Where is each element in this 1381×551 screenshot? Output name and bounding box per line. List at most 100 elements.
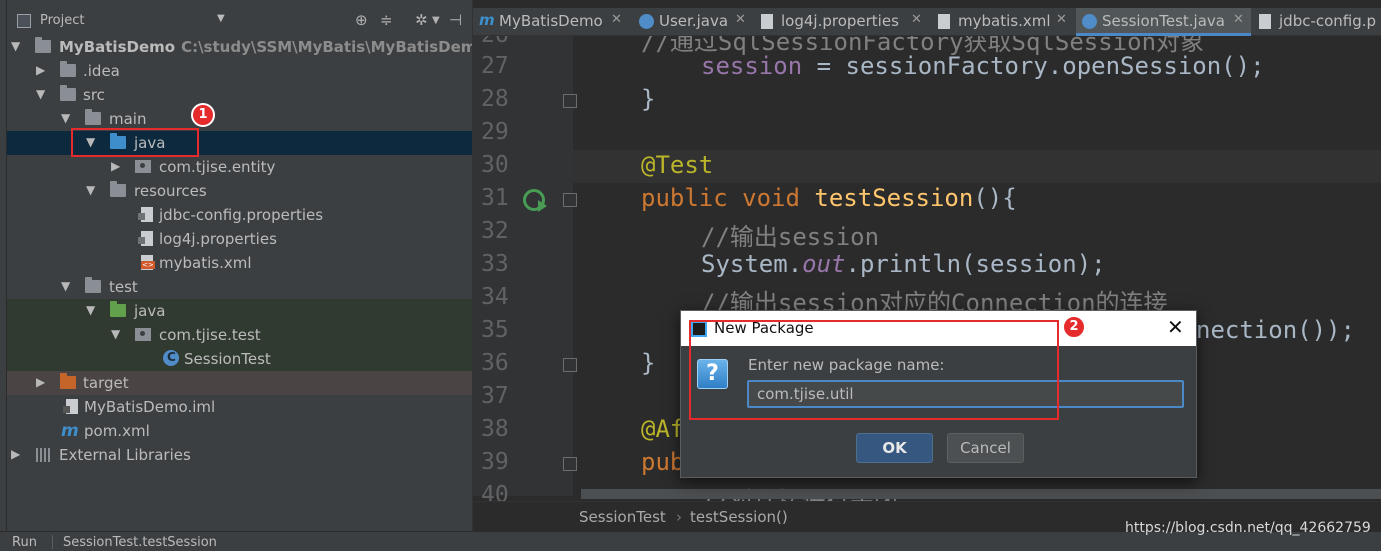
hide-panel-icon[interactable]: ⊣	[449, 11, 462, 29]
folder-icon	[85, 277, 101, 293]
collapsed-arrow-icon[interactable]: ▶	[111, 159, 123, 173]
maven-icon: m	[61, 421, 79, 441]
folder-icon	[60, 85, 76, 101]
expanded-arrow-icon[interactable]: ▼	[61, 111, 73, 125]
fold-marker-icon[interactable]	[563, 358, 577, 372]
resources-folder-icon	[110, 181, 126, 197]
tree-item-sessiontest[interactable]: SessionTest	[7, 347, 472, 371]
tree-item-label: jdbc-config.properties	[159, 206, 324, 224]
code-line-30: @Test	[641, 151, 714, 179]
tree-item-label: target	[83, 374, 129, 392]
close-icon[interactable]: ✕	[1233, 12, 1244, 27]
tree-item-idea[interactable]: ▶ .idea	[7, 59, 472, 83]
close-icon[interactable]: ✕	[911, 12, 922, 27]
expanded-arrow-icon[interactable]: ▼	[11, 39, 23, 53]
tree-item-mybatisdemo[interactable]: ▼ MyBatisDemo C:\study\SSM\MyBatis\MyBati…	[7, 35, 472, 59]
line-number: 39	[481, 449, 509, 475]
breadcrumb-method[interactable]: testSession()	[690, 508, 788, 526]
code-line-36: }	[641, 349, 656, 377]
tab-mybatis-xml[interactable]: mybatis.xml ✕	[932, 8, 1074, 36]
tree-item-label: MyBatisDemo C:\study\SSM\MyBatis\MyBatisD…	[59, 38, 472, 56]
expanded-arrow-icon[interactable]: ▼	[61, 279, 73, 293]
properties-file-icon	[761, 14, 773, 29]
annotation-badge-2: 2	[1062, 315, 1086, 339]
expanded-arrow-icon[interactable]: ▼	[86, 303, 98, 317]
tree-item-label: resources	[134, 182, 207, 200]
chevron-down-icon[interactable]: ▼	[432, 15, 440, 26]
tree-item-label: .idea	[83, 62, 120, 80]
module-folder-icon	[35, 37, 51, 53]
close-icon[interactable]: ✕	[1056, 12, 1067, 27]
tree-item-label: main	[109, 110, 147, 128]
tab-jdbc-config[interactable]: jdbc-config.p	[1253, 8, 1381, 36]
horizontal-scrollbar[interactable]	[581, 489, 1381, 499]
annotation-box-dialog	[689, 320, 1059, 420]
line-number: 30	[481, 152, 509, 178]
chevron-down-icon[interactable]: ▼	[217, 13, 225, 24]
editor-gutter: 26 27 28 29 30 31 32 33 34 35 36 37 38 3…	[473, 22, 577, 508]
libraries-icon	[36, 448, 52, 462]
tree-item-resources[interactable]: ▼ resources	[7, 179, 472, 203]
watermark-url: https://blog.csdn.net/qq_42662759	[1125, 520, 1371, 536]
tree-item-target[interactable]: ▶ target	[7, 371, 472, 395]
fold-marker-icon[interactable]	[563, 193, 577, 207]
tab-label: jdbc-config.p	[1279, 12, 1377, 30]
run-tool-label[interactable]: Run	[12, 535, 37, 550]
tree-item-label: pom.xml	[84, 422, 150, 440]
tree-item-iml[interactable]: MyBatisDemo.iml	[7, 395, 472, 419]
tab-sessiontest-java[interactable]: SessionTest.java ✕	[1076, 8, 1251, 36]
collapsed-arrow-icon[interactable]: ▶	[36, 63, 48, 77]
close-icon[interactable]: ✕	[611, 12, 622, 27]
tree-item-jdbc-config[interactable]: jdbc-config.properties	[7, 203, 472, 227]
package-icon	[135, 160, 151, 173]
tab-user-java[interactable]: User.java ✕	[633, 8, 753, 36]
run-test-icon[interactable]	[523, 189, 547, 212]
tree-item-label: test	[109, 278, 138, 296]
ok-button[interactable]: OK	[856, 433, 933, 463]
tab-label: log4j.properties	[781, 12, 899, 30]
tree-item-test-java[interactable]: ▼ java	[7, 299, 472, 323]
line-number: 28	[481, 86, 509, 112]
line-number: 36	[481, 350, 509, 376]
close-icon[interactable]: ✕	[735, 12, 746, 27]
tree-item-com-tjise-test[interactable]: ▼ com.tjise.test	[7, 323, 472, 347]
expanded-arrow-icon[interactable]: ▼	[86, 183, 98, 197]
tree-item-label: com.tjise.test	[159, 326, 261, 344]
fold-marker-icon[interactable]	[563, 457, 577, 471]
collapse-all-icon[interactable]: ≑	[380, 11, 393, 29]
expanded-arrow-icon[interactable]: ▼	[111, 327, 123, 341]
run-configuration[interactable]: SessionTest.testSession	[63, 535, 217, 550]
project-panel-title[interactable]: Project	[40, 13, 84, 28]
xml-file-icon	[938, 14, 950, 29]
collapsed-arrow-icon[interactable]: ▶	[11, 447, 23, 461]
breadcrumb-class[interactable]: SessionTest	[579, 508, 666, 526]
tree-item-pom[interactable]: m pom.xml	[7, 419, 472, 443]
editor-tab-bar: m MyBatisDemo ✕ User.java ✕ log4j.proper…	[473, 8, 1381, 36]
code-line-38: @Af	[641, 415, 685, 443]
fold-marker-icon[interactable]	[563, 94, 577, 108]
expanded-arrow-icon[interactable]: ▼	[36, 87, 48, 101]
tab-label: mybatis.xml	[958, 12, 1051, 30]
locate-icon[interactable]: ⊕	[355, 11, 368, 29]
tab-label: SessionTest.java	[1102, 12, 1225, 30]
tree-item-com-tjise-entity[interactable]: ▶ com.tjise.entity	[7, 155, 472, 179]
tree-item-label: MyBatisDemo.iml	[84, 398, 216, 416]
tree-item-mybatis-xml[interactable]: mybatis.xml	[7, 251, 472, 275]
collapsed-arrow-icon[interactable]: ▶	[36, 375, 48, 389]
line-number: 37	[481, 383, 509, 409]
tab-mybatisdemo[interactable]: m MyBatisDemo ✕	[473, 8, 631, 36]
project-panel-header: Project ▼ ⊕ ≑ ✲ ▼ ⊣	[7, 8, 472, 36]
tree-item-external-libraries[interactable]: ▶ External Libraries	[7, 443, 472, 467]
properties-file-icon	[138, 207, 153, 222]
cancel-button[interactable]: Cancel	[947, 433, 1024, 463]
tree-item-src[interactable]: ▼ src	[7, 83, 472, 107]
tab-label: MyBatisDemo	[499, 12, 603, 30]
line-number: 29	[481, 119, 509, 145]
java-class-icon	[639, 14, 654, 29]
line-number: 27	[481, 53, 509, 79]
tree-item-test[interactable]: ▼ test	[7, 275, 472, 299]
close-icon[interactable]: ✕	[1167, 315, 1184, 339]
gear-icon[interactable]: ✲	[415, 11, 428, 29]
tab-log4j[interactable]: log4j.properties ✕	[755, 8, 930, 36]
tree-item-log4j[interactable]: log4j.properties	[7, 227, 472, 251]
